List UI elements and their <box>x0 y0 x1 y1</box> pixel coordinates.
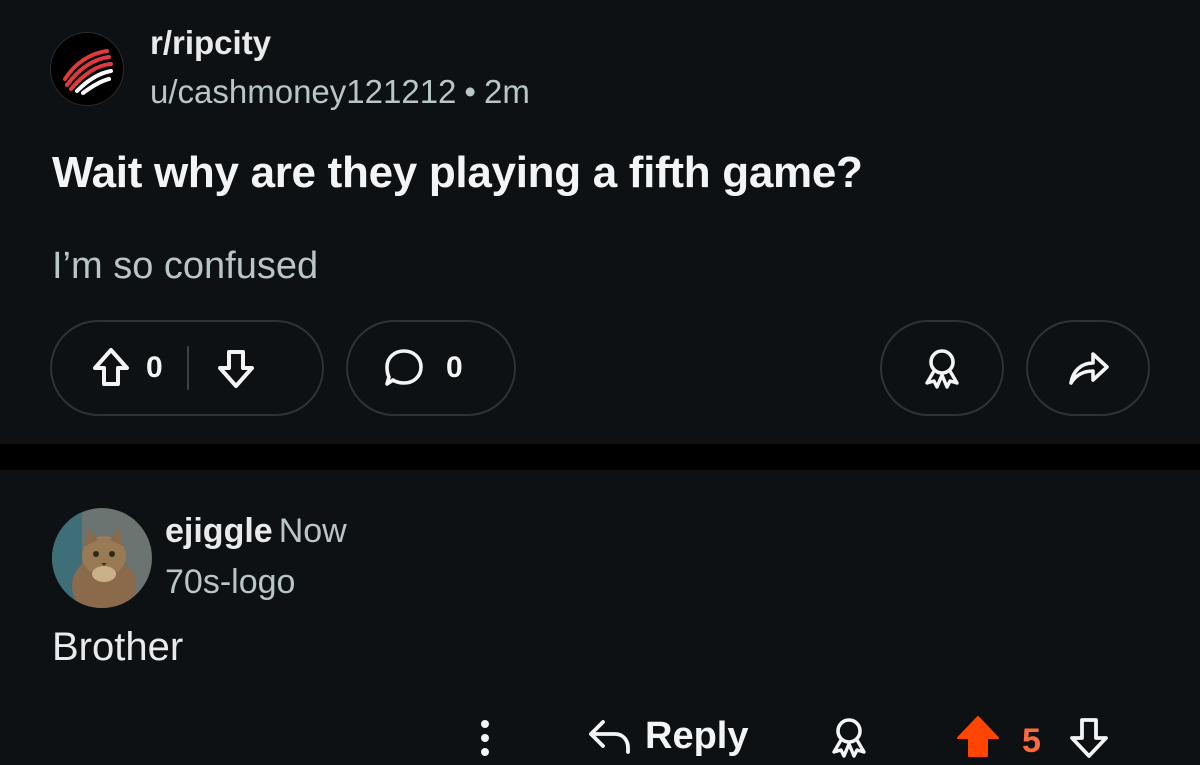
subreddit-avatar[interactable] <box>50 32 124 106</box>
user-flair: 70s-logo <box>165 563 296 601</box>
comment-user-line: ejiggle Now <box>165 512 347 551</box>
more-vertical-icon[interactable] <box>470 716 500 760</box>
post-score: 0 <box>146 351 163 384</box>
reply-label: Reply <box>645 714 749 757</box>
trail-blazers-logo-icon <box>51 33 123 105</box>
comment-count: 0 <box>446 351 463 384</box>
downvote-icon[interactable] <box>1066 714 1112 760</box>
post-author[interactable]: u/cashmoney121212 <box>150 73 456 110</box>
cat-photo-icon <box>52 508 152 608</box>
vote-bar: 0 <box>50 320 324 416</box>
meta-separator: • <box>464 73 476 110</box>
post-meta: u/cashmoney121212 • 2m <box>150 73 530 111</box>
upvote-filled-icon[interactable] <box>954 714 1002 760</box>
comment-time: Now <box>278 512 347 550</box>
user-avatar[interactable] <box>52 508 152 608</box>
downvote-icon[interactable] <box>215 346 257 390</box>
comment-card: ejiggle Now 70s-logo Brother Reply 5 <box>0 470 1200 765</box>
comments-button[interactable]: 0 <box>346 320 516 416</box>
reply-button[interactable]: Reply <box>585 714 748 758</box>
section-divider <box>0 444 1200 470</box>
comment-username[interactable]: ejiggle <box>165 512 273 550</box>
post-card: r/ripcity u/cashmoney121212 • 2m Wait why … <box>0 0 1200 444</box>
vote-divider <box>186 346 189 390</box>
award-button[interactable] <box>880 320 1004 416</box>
comment-score: 5 <box>1022 722 1041 760</box>
share-icon <box>1065 345 1111 391</box>
upvote-icon[interactable] <box>90 346 132 390</box>
share-button[interactable] <box>1026 320 1150 416</box>
comment-bubble-icon <box>382 346 426 390</box>
subreddit-name[interactable]: r/ripcity <box>150 24 271 62</box>
award-icon <box>919 345 965 391</box>
award-icon[interactable] <box>826 714 872 760</box>
comment-actions: Reply 5 <box>0 710 1200 765</box>
reply-arrow-icon <box>585 714 633 758</box>
comment-body: Brother <box>52 625 184 669</box>
post-body: I’m so confused <box>52 245 319 287</box>
post-title[interactable]: Wait why are they playing a fifth game? <box>52 148 863 198</box>
post-time: 2m <box>483 73 530 110</box>
